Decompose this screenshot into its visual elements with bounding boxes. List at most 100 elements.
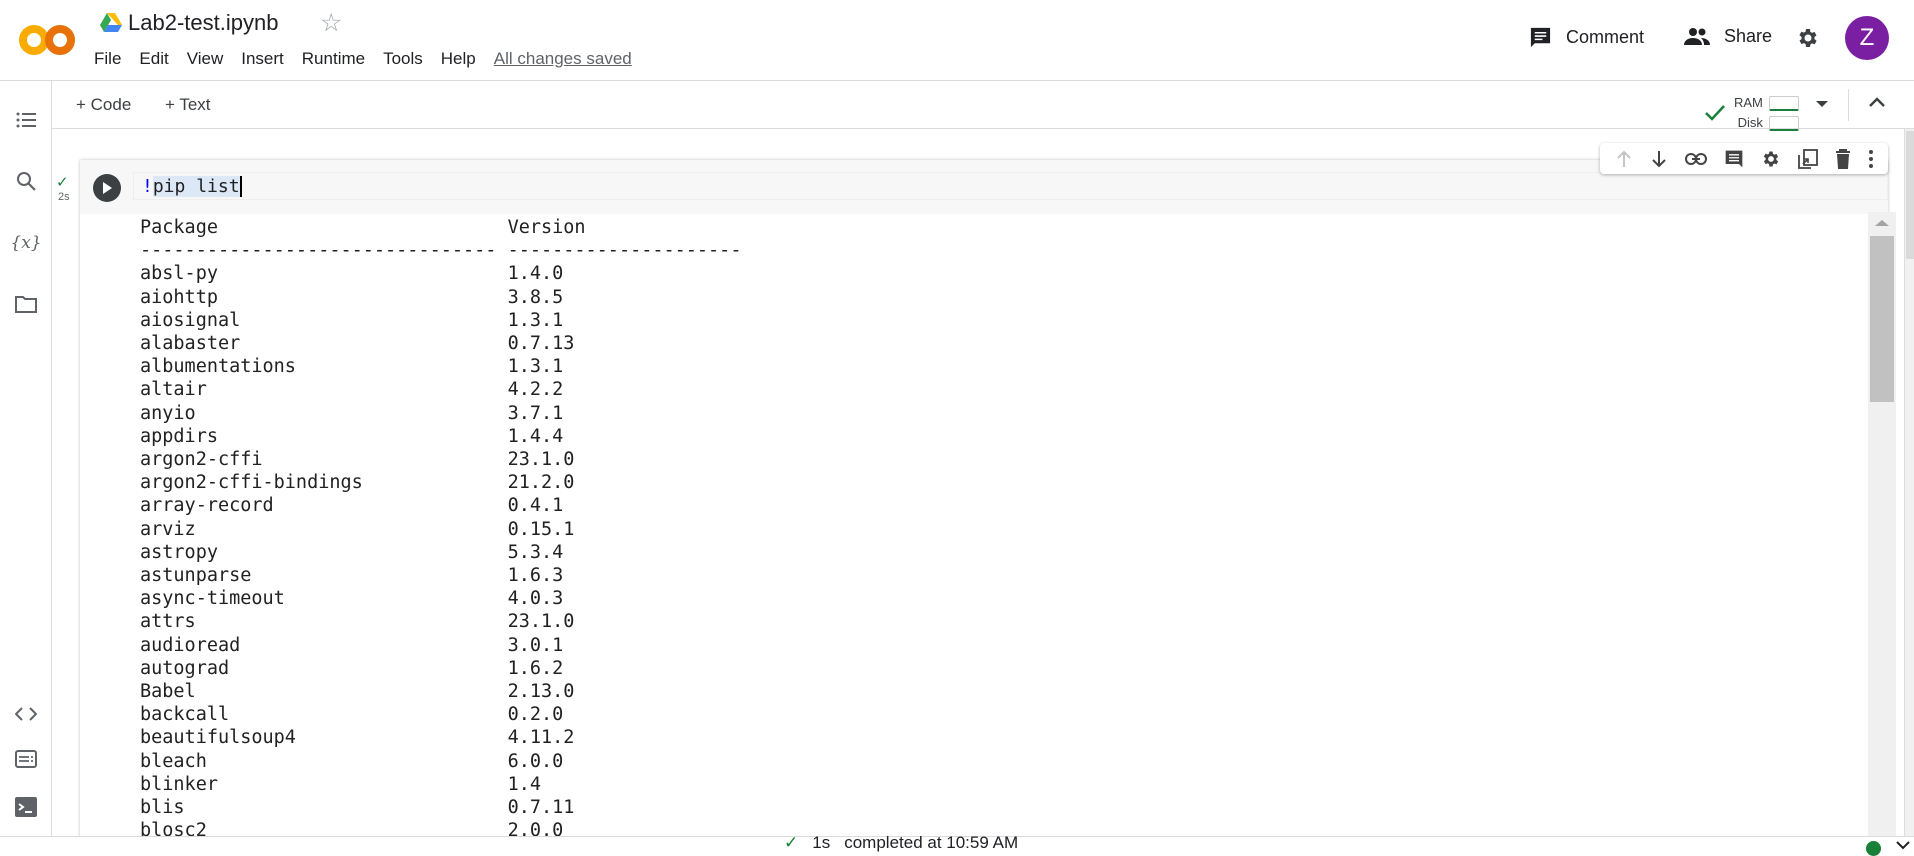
menu-file[interactable]: File	[94, 49, 121, 69]
package-row-col1: attrs	[140, 611, 508, 633]
package-row-col2: 21.2.0	[507, 472, 575, 494]
package-row-col1: argon2-cffi-bindings	[140, 472, 508, 494]
comment-label: Comment	[1566, 27, 1645, 47]
menu-runtime[interactable]: Runtime	[302, 49, 365, 69]
package-row-col2: 6.0.0	[507, 750, 564, 772]
search-icon[interactable]	[14, 169, 38, 193]
output-scrollbar[interactable]	[1868, 212, 1896, 840]
package-row: bleach 6.0.0	[140, 750, 741, 773]
notebook-title[interactable]: Lab2-test.ipynb	[128, 10, 278, 36]
colab-logo[interactable]	[18, 22, 76, 58]
share-button[interactable]: Share	[1684, 26, 1772, 47]
code-cell[interactable]: !pip list Package Version ---------------…	[80, 160, 1896, 850]
left-sidebar: {x}	[0, 81, 52, 836]
menu-edit[interactable]: Edit	[139, 49, 168, 69]
package-row: Babel 2.13.0	[140, 680, 741, 703]
package-row-col1: alabaster	[140, 333, 508, 355]
google-drive-icon[interactable]	[100, 13, 122, 33]
package-row: backcall 0.2.0	[140, 703, 741, 726]
package-row: alabaster 0.7.13	[140, 332, 741, 355]
package-row: audioread 3.0.1	[140, 634, 741, 657]
package-row-col1: Babel	[140, 681, 508, 703]
page-scrollbar[interactable]	[1904, 129, 1914, 836]
toolbar-divider	[1848, 89, 1849, 121]
package-row: argon2-cffi-bindings 21.2.0	[140, 471, 741, 494]
run-cell-button[interactable]	[93, 174, 121, 202]
package-row-col2: 0.7.11	[507, 797, 575, 819]
cell-settings-icon[interactable]	[1761, 149, 1781, 169]
play-icon	[103, 182, 112, 194]
package-row-col1: blis	[140, 797, 508, 819]
package-row-col2: 3.0.1	[507, 634, 564, 656]
package-row: aiohttp 3.8.5	[140, 286, 741, 309]
scroll-up-arrow-icon[interactable]	[1875, 220, 1889, 226]
code-text: pip list	[152, 176, 242, 197]
mirror-cell-icon[interactable]	[1797, 148, 1818, 169]
package-row-col2: 3.7.1	[507, 402, 564, 424]
more-icon[interactable]	[1868, 149, 1874, 169]
status-completed[interactable]: completed at 10:59 AM	[844, 833, 1018, 853]
package-row-col2: 23.1.0	[507, 449, 575, 471]
runtime-resources-button[interactable]: RAM Disk	[1704, 93, 1799, 133]
folder-icon[interactable]	[14, 292, 38, 316]
status-duration: 1s	[812, 833, 831, 852]
package-row: array-record 0.4.1	[140, 494, 741, 517]
variables-icon[interactable]: {x}	[10, 231, 41, 255]
terminal-icon[interactable]	[14, 795, 38, 819]
package-row: absl-py 1.4.0	[140, 262, 741, 285]
package-row-col1: async-timeout	[140, 588, 508, 610]
menu-tools[interactable]: Tools	[383, 49, 423, 69]
execution-time: 2s	[58, 191, 70, 203]
ram-label: RAM	[1734, 95, 1763, 110]
output-header-col2: Version	[507, 217, 586, 238]
comment-button[interactable]: Comment	[1529, 26, 1644, 49]
package-row-col2: 0.4.1	[507, 495, 564, 517]
code-editor[interactable]: !pip list	[133, 172, 1888, 200]
package-row-col2: 4.0.3	[507, 588, 564, 610]
execution-check-icon: ✓	[56, 174, 69, 191]
package-row-col1: arviz	[140, 518, 508, 540]
output-header: Package Version	[140, 216, 741, 239]
menu-insert[interactable]: Insert	[241, 49, 284, 69]
status-check-icon: ✓	[784, 833, 799, 852]
page-scrollbar-thumb[interactable]	[1906, 131, 1914, 259]
package-row-col1: blinker	[140, 773, 508, 795]
disk-meter	[1768, 115, 1799, 131]
table-of-contents-icon[interactable]	[14, 108, 38, 132]
collapse-header-icon[interactable]	[1868, 95, 1886, 109]
add-code-button[interactable]: + Code	[76, 95, 131, 115]
package-row-col1: anyio	[140, 402, 508, 424]
move-down-icon[interactable]	[1650, 150, 1668, 168]
package-row-col2: 1.3.1	[507, 309, 564, 331]
package-row-col2: 1.4	[507, 773, 541, 795]
delete-icon[interactable]	[1835, 148, 1851, 169]
package-row-col1: autograd	[140, 657, 508, 679]
menu-view[interactable]: View	[187, 49, 224, 69]
star-icon[interactable]: ☆	[320, 8, 342, 38]
package-row-col2: 1.6.2	[507, 657, 564, 679]
command-palette-icon[interactable]	[14, 747, 38, 771]
chevron-down-icon[interactable]	[1896, 841, 1910, 851]
package-row-col2: 1.3.1	[507, 356, 564, 378]
package-row: autograd 1.6.2	[140, 657, 741, 680]
link-icon[interactable]	[1684, 152, 1707, 165]
package-row: arviz 0.15.1	[140, 518, 741, 541]
add-text-button[interactable]: + Text	[165, 95, 211, 115]
menu-help[interactable]: Help	[441, 49, 476, 69]
runtime-dropdown-icon[interactable]	[1816, 101, 1828, 107]
notebook-toolbar: + Code + Text RAM Disk	[52, 81, 1914, 131]
move-up-icon[interactable]	[1615, 150, 1633, 168]
settings-icon[interactable]	[1796, 26, 1820, 50]
code-snippets-icon[interactable]	[14, 702, 38, 726]
package-row-col2: 4.2.2	[507, 379, 564, 401]
comment-icon[interactable]	[1724, 149, 1744, 169]
output-scrollbar-thumb[interactable]	[1870, 236, 1894, 402]
cell-output: Package Version -------------------------…	[140, 216, 741, 842]
package-row-col2: 1.4.4	[507, 425, 564, 447]
package-row-col2: 23.1.0	[507, 611, 575, 633]
package-row-col1: array-record	[140, 495, 508, 517]
share-label: Share	[1724, 26, 1773, 46]
save-status-link[interactable]: All changes saved	[494, 49, 632, 69]
package-row-col1: beautifulsoup4	[140, 727, 508, 749]
user-avatar[interactable]: Z	[1845, 16, 1889, 60]
